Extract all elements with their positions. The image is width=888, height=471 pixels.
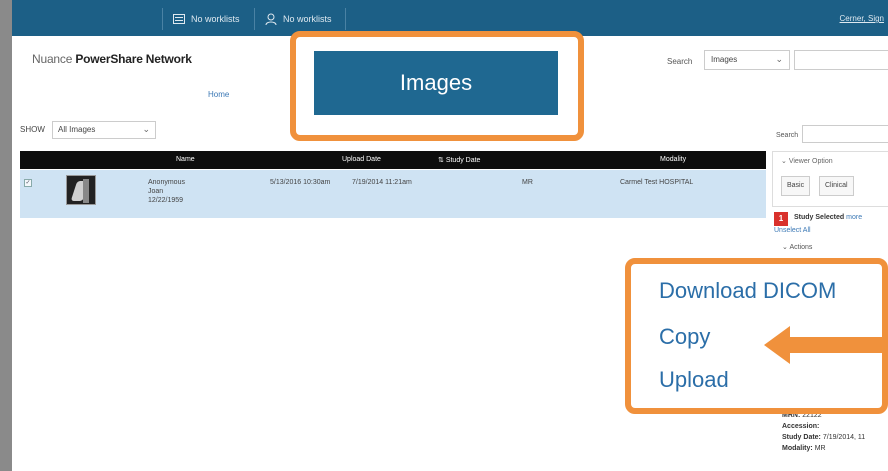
copy-action[interactable]: Copy [659, 324, 710, 350]
images-callout: Images [290, 31, 584, 141]
facility-cell: Carmel Test HOSPITAL [620, 179, 694, 186]
sidebar-search-label: Search [776, 132, 799, 139]
patient-name-line: Anonymous [148, 179, 185, 186]
nav-tab-label: No worklists [283, 14, 332, 24]
modality-cell: MR [522, 179, 533, 186]
list-icon [173, 14, 185, 24]
viewer-clinical-button[interactable]: Clinical [819, 176, 854, 196]
study-details: MRN: 22122 Accession: Study Date: 7/19/2… [782, 412, 866, 452]
nav-tab-user[interactable]: No worklists [254, 8, 346, 30]
download-dicom-action[interactable]: Download DICOM [659, 278, 836, 304]
row-checkbox[interactable]: ✓ [24, 179, 32, 187]
arrow-left-icon [764, 326, 886, 364]
user-menu-link[interactable]: Cerner, Sign [840, 14, 884, 23]
nav-tab-label: No worklists [191, 14, 240, 24]
sort-icon: ⇅ [438, 157, 446, 164]
more-link[interactable]: more [846, 214, 862, 221]
brand-name: PowerShare Network [75, 52, 192, 66]
show-label: SHOW [20, 125, 45, 134]
brand-logo: Nuance PowerShare Network [32, 52, 192, 66]
chevron-down-icon: ⌄ [775, 54, 783, 64]
nav-tab-worklists[interactable]: No worklists [162, 8, 254, 30]
selected-count-badge: 1 [774, 212, 788, 226]
patient-dob: 12/22/1959 [148, 197, 184, 204]
user-icon [265, 13, 277, 25]
column-header-name[interactable]: Name [176, 156, 195, 163]
viewer-options-title[interactable]: ⌄ Viewer Option [781, 157, 833, 165]
brand-prefix: Nuance [32, 52, 73, 66]
study-date-cell: 7/19/2014 11:21am [352, 179, 412, 186]
patient-name-line: Joan [148, 188, 164, 195]
search-input[interactable] [794, 50, 888, 70]
study-selected-label: Study Selected more [794, 214, 863, 221]
actions-toggle[interactable]: ⌄ Actions [782, 243, 812, 251]
viewer-options-panel: ⌄ Viewer Option Basic Clinical [772, 151, 888, 207]
unselect-all-link[interactable]: Unselect All [774, 227, 811, 234]
breadcrumb-home[interactable]: Home [208, 90, 229, 99]
app-frame: No worklists No worklists Cerner, Sign N… [12, 0, 888, 471]
upload-action[interactable]: Upload [659, 367, 729, 393]
search-label: Search [667, 57, 693, 66]
column-header-study-date[interactable]: ⇅ Study Date [438, 156, 480, 164]
column-header-upload-date[interactable]: Upload Date [342, 156, 381, 163]
search-type-select[interactable]: Images ⌄ [704, 50, 790, 70]
sidebar-search-input[interactable] [802, 125, 888, 143]
column-header-modality[interactable]: Modality [660, 156, 686, 163]
table-header: Name Upload Date ⇅ Study Date Modality [20, 151, 766, 169]
table-row[interactable]: ✓ Anonymous Joan 12/22/1959 5/13/2016 10… [20, 170, 766, 218]
chevron-down-icon: ⌄ [142, 124, 150, 134]
study-thumbnail[interactable] [66, 175, 96, 205]
show-filter-select[interactable]: All Images ⌄ [52, 121, 156, 139]
viewer-basic-button[interactable]: Basic [781, 176, 811, 196]
upload-date-cell: 5/13/2016 10:30am [270, 179, 331, 186]
show-filter-value: All Images [58, 125, 96, 134]
search-type-value: Images [711, 55, 738, 64]
images-callout-title: Images [314, 51, 558, 115]
